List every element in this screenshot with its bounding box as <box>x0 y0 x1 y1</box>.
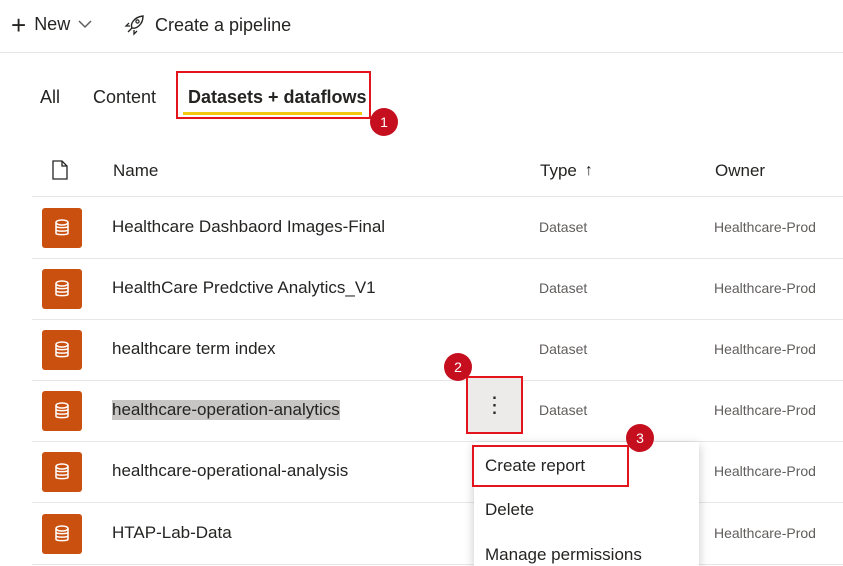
callout-badge-2: 2 <box>444 353 472 381</box>
column-header-type[interactable]: Type ↑ <box>540 161 593 181</box>
dataset-owner: Healthcare-Prod <box>714 463 816 479</box>
callout-box-more <box>466 376 523 434</box>
callout-badge-3: 3 <box>626 424 654 452</box>
tab-content[interactable]: Content <box>93 87 156 108</box>
dataset-name[interactable]: healthcare term index <box>112 339 275 359</box>
callout-badge-1: 1 <box>370 108 398 136</box>
dataset-owner: Healthcare-Prod <box>714 341 816 357</box>
dataset-name[interactable]: HTAP-Lab-Data <box>112 523 232 543</box>
callout-box-tab <box>176 71 371 119</box>
sort-ascending-icon: ↑ <box>584 162 593 179</box>
dataset-type: Dataset <box>539 280 588 296</box>
rocket-icon <box>124 15 144 36</box>
dataset-name[interactable]: Healthcare Dashbaord Images-Final <box>112 217 385 237</box>
dataset-type: Dataset <box>539 341 588 357</box>
dataset-owner: Healthcare-Prod <box>714 402 816 418</box>
command-bar: + New Create a pipeline <box>0 0 843 53</box>
menu-item-manage-permissions[interactable]: Manage permissions <box>485 545 642 565</box>
menu-item-delete[interactable]: Delete <box>485 500 534 520</box>
dataset-owner: Healthcare-Prod <box>714 280 816 296</box>
dataset-owner: Healthcare-Prod <box>714 219 816 235</box>
chevron-down-icon <box>78 20 92 29</box>
dataset-name[interactable]: HealthCare Predctive Analytics_V1 <box>112 278 376 298</box>
new-button[interactable]: + New <box>11 9 92 40</box>
dataset-name[interactable]: healthcare-operation-analytics <box>112 400 340 420</box>
dataset-icon <box>42 452 82 492</box>
column-header-owner[interactable]: Owner <box>715 161 765 181</box>
plus-icon: + <box>11 9 27 40</box>
dataset-icon <box>42 330 82 370</box>
column-header-type-label: Type <box>540 161 577 180</box>
content-tabs: All Content Datasets + dataflows <box>0 80 843 120</box>
create-pipeline-button[interactable]: Create a pipeline <box>124 14 291 36</box>
tab-all[interactable]: All <box>40 87 60 108</box>
dataset-type: Dataset <box>539 219 588 235</box>
table-header: Name Type ↑ Owner <box>32 142 843 197</box>
dataset-owner: Healthcare-Prod <box>714 525 816 541</box>
dataset-icon <box>42 514 82 554</box>
table-row[interactable]: HTAP-Lab-Data Healthcare-Prod <box>32 503 843 565</box>
create-pipeline-label: Create a pipeline <box>155 14 292 35</box>
table-row[interactable]: healthcare-operation-analytics Dataset H… <box>32 380 843 442</box>
dataset-name[interactable]: healthcare-operational-analysis <box>112 461 348 481</box>
table-row[interactable]: healthcare term index Dataset Healthcare… <box>32 319 843 381</box>
dataset-icon <box>42 269 82 309</box>
dataset-icon <box>42 391 82 431</box>
callout-box-create-report <box>472 445 629 487</box>
column-header-name[interactable]: Name <box>113 161 158 181</box>
dataset-icon <box>42 208 82 248</box>
dataset-type: Dataset <box>539 402 588 418</box>
table-row[interactable]: Healthcare Dashbaord Images-Final Datase… <box>32 197 843 259</box>
table-row[interactable]: HealthCare Predctive Analytics_V1 Datase… <box>32 258 843 320</box>
document-icon <box>52 160 68 180</box>
new-label: New <box>34 14 71 34</box>
table-row[interactable]: healthcare-operational-analysis Healthca… <box>32 441 843 503</box>
